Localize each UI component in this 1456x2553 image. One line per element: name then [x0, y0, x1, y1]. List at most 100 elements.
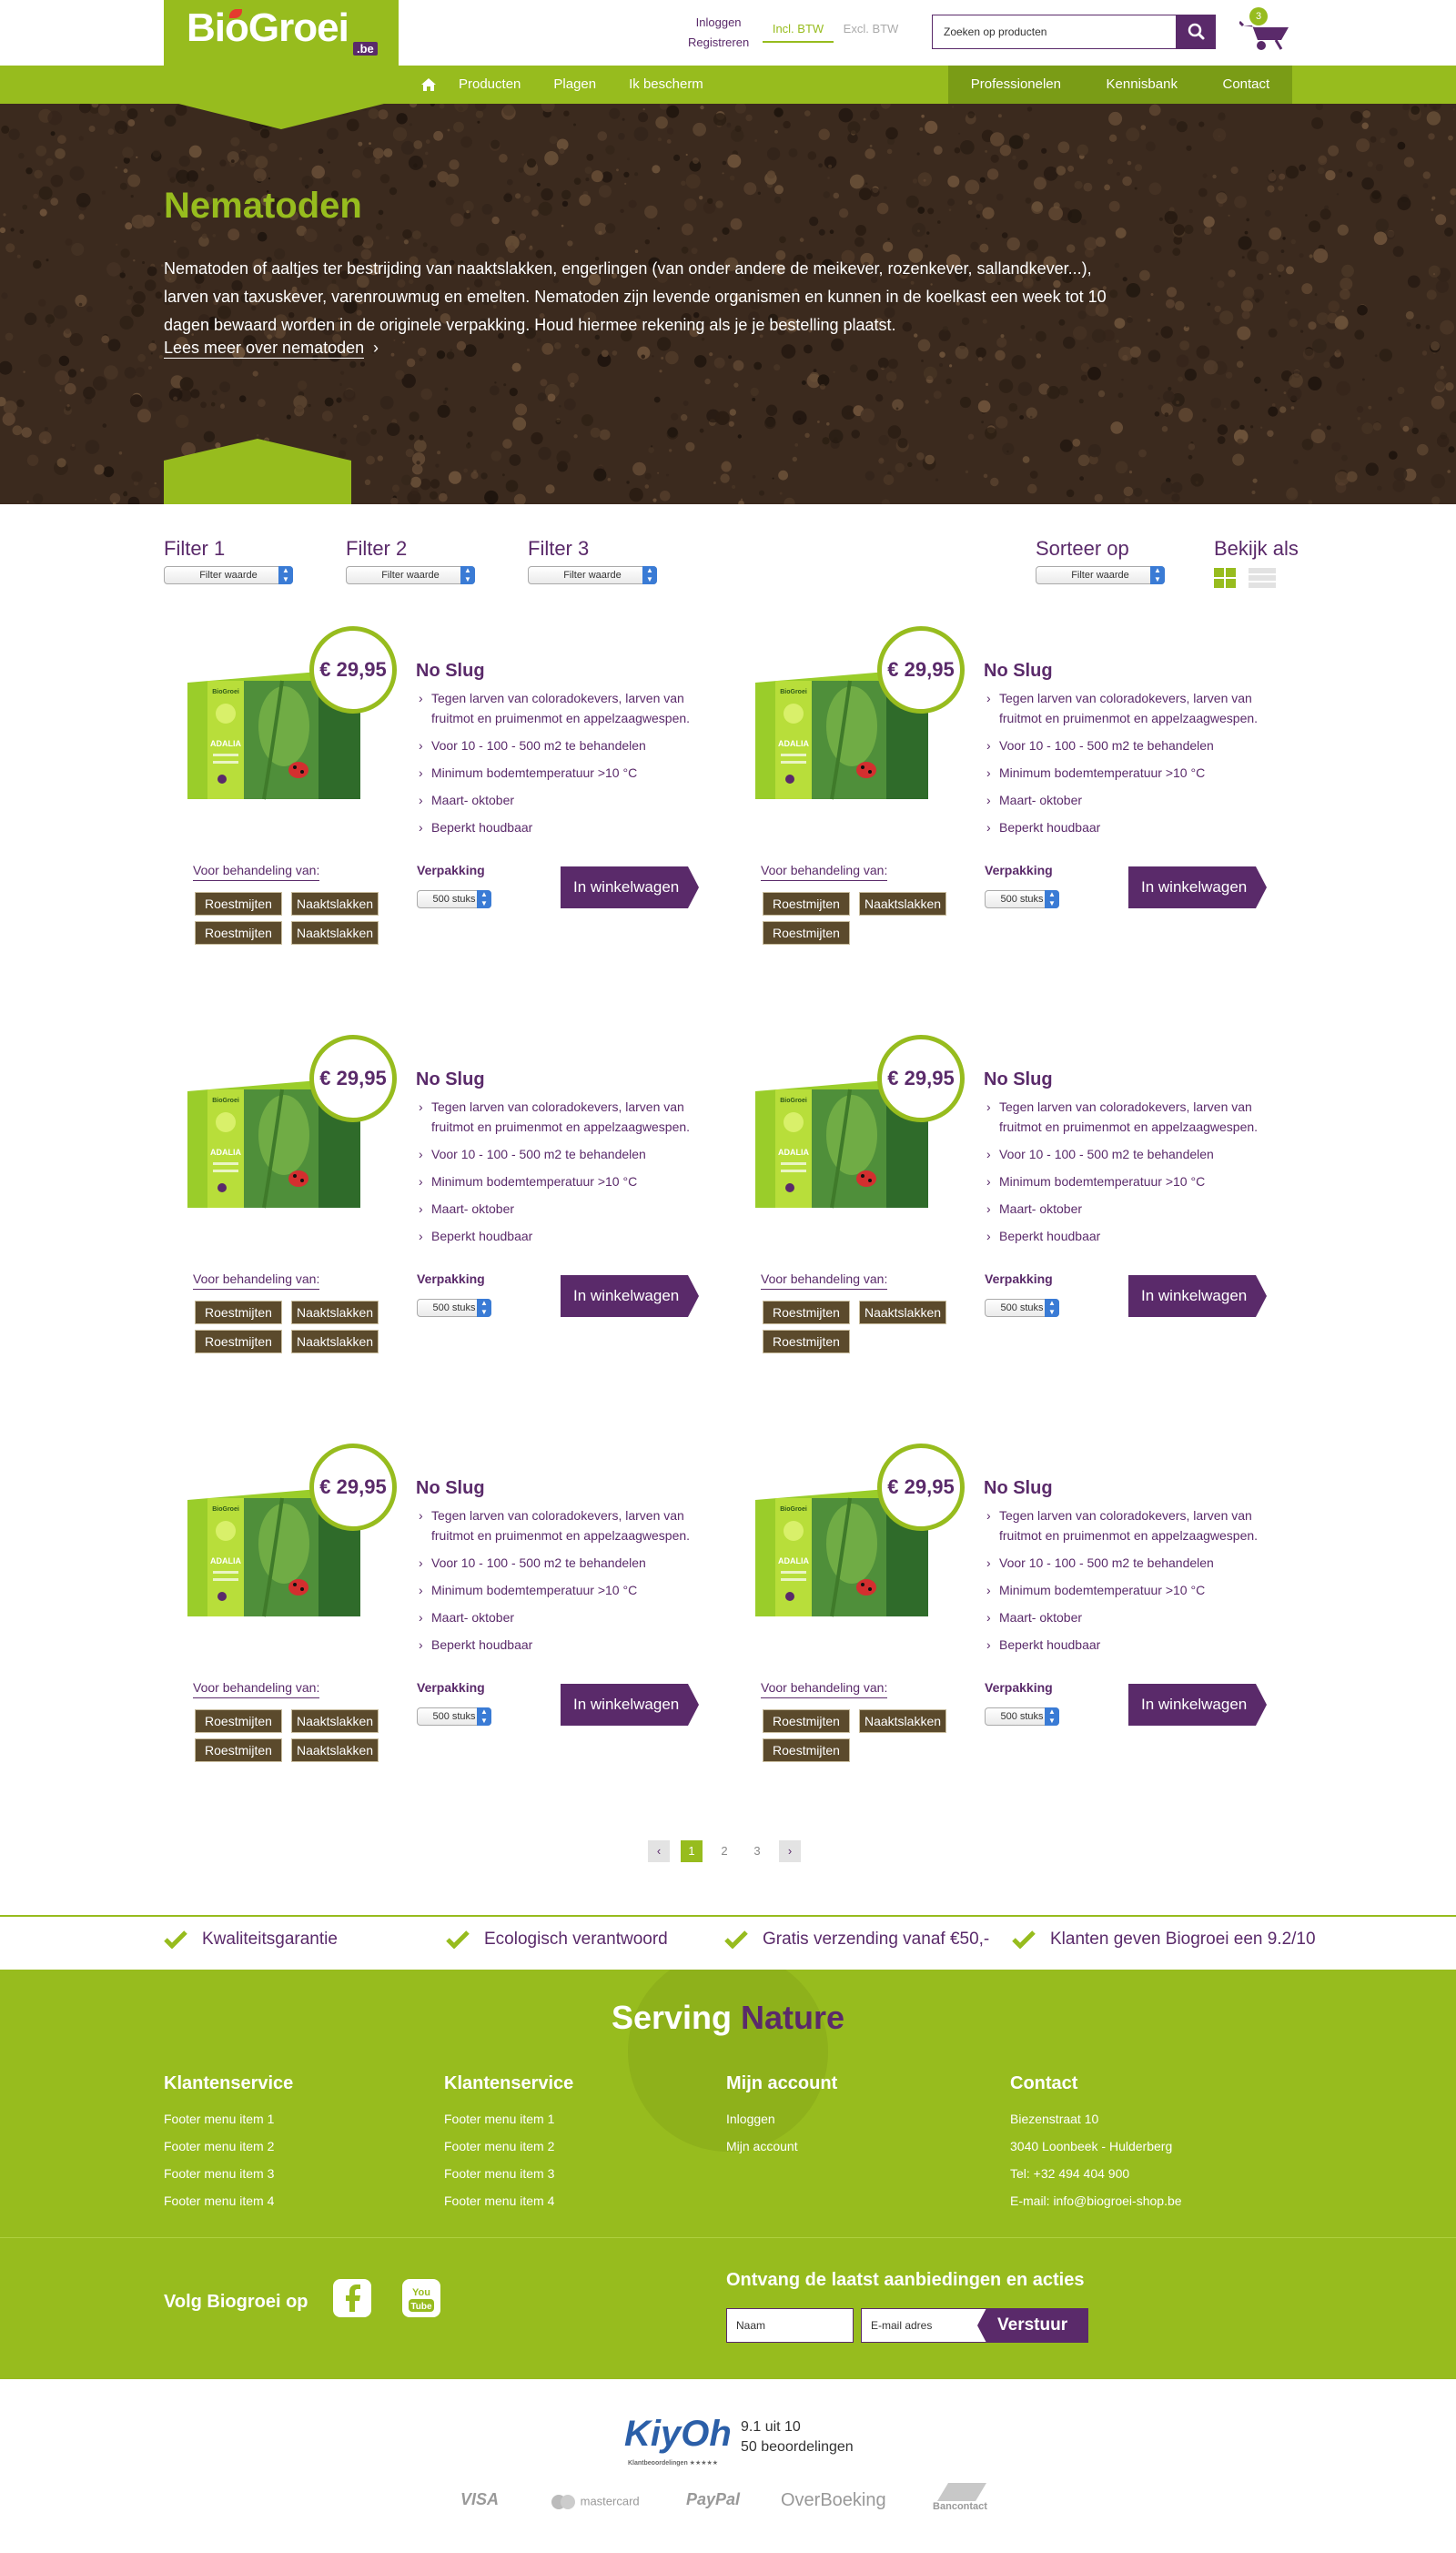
pest-tag[interactable]: Naaktslakken [859, 1301, 946, 1324]
add-to-cart-button[interactable]: In winkelwagen [561, 1275, 699, 1317]
filter-select[interactable]: Filter waarde ▲ ▼ [528, 566, 657, 584]
packaging-select[interactable]: 500 stuks ▲ ▼ [985, 890, 1059, 908]
nav-pests[interactable]: Plagen [537, 66, 612, 104]
youtube-icon[interactable]: You Tube [402, 2279, 440, 2317]
pest-tag[interactable]: Roestmijten [763, 892, 850, 916]
pest-tag[interactable]: Naaktslakken [859, 892, 946, 916]
pest-tag[interactable]: Roestmijten [763, 1738, 850, 1762]
feature-item: Beperkt houdbaar [986, 817, 1296, 837]
product-name[interactable]: No Slug [416, 1069, 485, 1090]
feature-item: Tegen larven van coloradokevers, larven … [986, 1505, 1296, 1545]
pest-tag[interactable]: Roestmijten [195, 1738, 282, 1762]
footer-link[interactable]: Footer menu item 2 [444, 2133, 573, 2160]
filter-select[interactable]: Filter waarde ▲ ▼ [346, 566, 475, 584]
footer-link[interactable]: Footer menu item 1 [164, 2105, 293, 2133]
add-to-cart-button[interactable]: In winkelwagen [1128, 1275, 1267, 1317]
add-to-cart-button[interactable]: In winkelwagen [1128, 1684, 1267, 1726]
filter-select[interactable]: Filter waarde ▲ ▼ [164, 566, 293, 584]
packaging-select[interactable]: 500 stuks ▲ ▼ [417, 1707, 491, 1726]
packaging-select[interactable]: 500 stuks ▲ ▼ [985, 1707, 1059, 1726]
nav-contact[interactable]: Contact [1207, 66, 1287, 104]
pest-tag[interactable]: Naaktslakken [291, 1301, 379, 1324]
pest-tag[interactable]: Roestmijten [195, 921, 282, 945]
pest-tag[interactable]: Roestmijten [763, 1330, 850, 1353]
product-card: BioGroei ADALIA € 29,95 No Slug Tegen la… [164, 1444, 728, 1798]
pest-tag[interactable]: Roestmijten [763, 921, 850, 945]
footer-link[interactable]: Footer menu item 4 [164, 2187, 293, 2214]
pest-tag[interactable]: Naaktslakken [291, 1330, 379, 1353]
search-input[interactable] [933, 15, 1171, 48]
kiyoh-logo[interactable]: KiyOh Klantbeoordelingen ★★★★★ [624, 2414, 732, 2467]
packaging-label: Verpakking [417, 1680, 485, 1695]
footer-link[interactable]: Footer menu item 4 [444, 2187, 573, 2214]
feature-list: Tegen larven van coloradokevers, larven … [419, 688, 728, 845]
footer-link[interactable]: Footer menu item 2 [164, 2133, 293, 2160]
footer-login-link[interactable]: Inloggen [726, 2105, 837, 2133]
product-name[interactable]: No Slug [416, 1478, 485, 1499]
newsletter-email-field[interactable] [861, 2308, 988, 2343]
logo[interactable]: BioGroei [187, 5, 349, 51]
grid-view-icon[interactable] [1214, 568, 1236, 588]
select-arrows-icon: ▲ ▼ [477, 890, 491, 908]
filter-label: Filter 3 [528, 537, 590, 560]
register-link[interactable]: Registreren [688, 33, 749, 53]
footer-account-link[interactable]: Mijn account [726, 2133, 837, 2160]
page-1-button[interactable]: 1 [681, 1840, 703, 1862]
feature-item: Tegen larven van coloradokevers, larven … [986, 1097, 1296, 1137]
pest-tag[interactable]: Roestmijten [763, 1709, 850, 1733]
add-to-cart-button[interactable]: In winkelwagen [561, 1684, 699, 1726]
pest-tag[interactable]: Naaktslakken [859, 1709, 946, 1733]
home-button[interactable] [415, 66, 442, 104]
packaging-select[interactable]: 500 stuks ▲ ▼ [417, 890, 491, 908]
search-button[interactable] [1176, 15, 1216, 49]
nav-knowledge-base[interactable]: Kennisbank [1090, 66, 1194, 104]
footer-link[interactable]: Footer menu item 3 [444, 2160, 573, 2187]
pest-tag[interactable]: Roestmijten [763, 1301, 850, 1324]
packaging-select[interactable]: 500 stuks ▲ ▼ [985, 1299, 1059, 1317]
facebook-icon[interactable] [333, 2279, 371, 2317]
sort-select[interactable]: Filter waarde ▲ ▼ [1036, 566, 1165, 584]
add-to-cart-button[interactable]: In winkelwagen [1128, 866, 1267, 908]
next-page-button[interactable]: › [779, 1840, 801, 1862]
newsletter-send-button[interactable]: Verstuur [977, 2308, 1088, 2343]
product-name[interactable]: No Slug [984, 661, 1053, 682]
add-to-cart-label: In winkelwagen [573, 1696, 680, 1713]
packaging-select[interactable]: 500 stuks ▲ ▼ [417, 1299, 491, 1317]
nav-products[interactable]: Producten [442, 66, 537, 104]
newsletter-name-field[interactable] [726, 2308, 854, 2343]
login-link[interactable]: Inloggen [688, 13, 749, 33]
select-arrows-icon: ▲ ▼ [460, 566, 475, 584]
page-3-button[interactable]: 3 [746, 1840, 768, 1862]
footer-link[interactable]: Footer menu item 3 [164, 2160, 293, 2187]
footer-link[interactable]: Footer menu item 1 [444, 2105, 573, 2133]
pest-tag[interactable]: Roestmijten [195, 1709, 282, 1733]
pest-tag[interactable]: Roestmijten [195, 892, 282, 916]
contact-phone[interactable]: Tel: +32 494 404 900 [1010, 2160, 1182, 2187]
contact-email[interactable]: E-mail: info@biogroei-shop.be [1010, 2187, 1182, 2214]
product-name[interactable]: No Slug [416, 661, 485, 682]
pest-tag[interactable]: Roestmijten [195, 1301, 282, 1324]
list-view-icon[interactable] [1249, 568, 1277, 588]
product-name[interactable]: No Slug [984, 1069, 1053, 1090]
footer-col-title: Klantenservice [164, 2073, 294, 2093]
rating: 9.1 uit 10 50 beoordelingen [741, 2417, 854, 2457]
paypal-icon: PayPal [686, 2490, 741, 2508]
pest-tag[interactable]: Naaktslakken [291, 1738, 379, 1762]
pest-tag[interactable]: Naaktslakken [291, 1709, 379, 1733]
pest-tag[interactable]: Naaktslakken [291, 892, 379, 916]
feature-item: Beperkt houdbaar [986, 1226, 1296, 1246]
nav-protect[interactable]: Ik bescherm [612, 66, 720, 104]
read-more-link[interactable]: Lees meer over nematoden [164, 339, 365, 359]
add-to-cart-button[interactable]: In winkelwagen [561, 866, 699, 908]
prev-page-button[interactable]: ‹ [648, 1840, 670, 1862]
pest-tag[interactable]: Naaktslakken [291, 921, 379, 945]
nav-professionals[interactable]: Professionelen [955, 66, 1077, 104]
treatment-label: Voor behandeling van: [193, 863, 320, 881]
pest-tag[interactable]: Roestmijten [195, 1330, 282, 1353]
vat-excl-toggle[interactable]: Excl. BTW [839, 22, 903, 35]
page-2-button[interactable]: 2 [713, 1840, 735, 1862]
product-name[interactable]: No Slug [984, 1478, 1053, 1499]
vat-incl-toggle[interactable]: Incl. BTW [763, 22, 834, 43]
add-to-cart-label: In winkelwagen [1141, 878, 1248, 896]
slogan-serving: Serving [611, 1999, 732, 2036]
